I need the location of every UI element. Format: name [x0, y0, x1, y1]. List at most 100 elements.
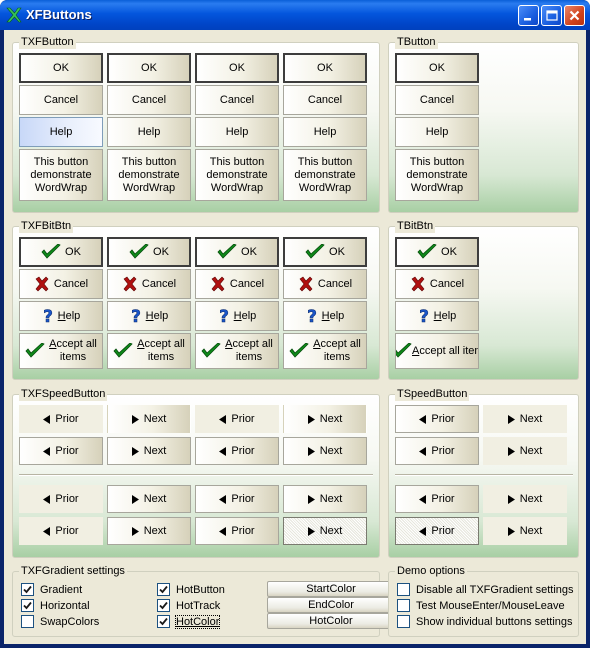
minimize-button[interactable]	[518, 5, 539, 26]
app-window: XFButtons TXFButton OK OK OK OK Cancel C…	[0, 0, 590, 648]
accept-all-bitbutton[interactable]: Accept all items	[283, 333, 367, 369]
button-label: OK	[441, 245, 457, 258]
checkbox-box[interactable]	[21, 583, 34, 596]
next-speedbutton[interactable]: Next	[283, 517, 367, 545]
hotbutton-checkbox[interactable]: HotButton	[157, 583, 225, 596]
cancel-button[interactable]: Cancel	[19, 85, 103, 115]
label-rest: elp	[241, 309, 257, 322]
prior-speedbutton[interactable]: Prior	[195, 517, 279, 545]
next-speedbutton[interactable]: Next	[483, 485, 567, 513]
label-rest: ccept all item	[419, 344, 479, 357]
test-mouse-checkbox[interactable]: Test MouseEnter/MouseLeave	[397, 599, 565, 612]
label-line: items	[147, 351, 175, 363]
prior-speedbutton[interactable]: Prior	[395, 517, 479, 545]
help-bitbutton[interactable]: ? Help	[107, 301, 191, 331]
hotcolor-button[interactable]: HotColor	[267, 613, 395, 629]
next-speedbutton[interactable]: Next	[483, 517, 567, 545]
disable-all-checkbox[interactable]: Disable all TXFGradient settings	[397, 583, 574, 596]
help-bitbutton[interactable]: ? Help	[395, 301, 479, 331]
ok-bitbutton[interactable]: OK	[195, 237, 279, 267]
maximize-button[interactable]	[541, 5, 562, 26]
checkbox-box[interactable]	[21, 615, 34, 628]
next-speedbutton[interactable]: Next	[107, 485, 191, 513]
ok-bitbutton[interactable]: OK	[395, 237, 479, 267]
help-bitbutton[interactable]: ? Help	[283, 301, 367, 331]
help-bitbutton[interactable]: ? Help	[19, 301, 103, 331]
help-button[interactable]: Help	[107, 117, 191, 147]
next-speedbutton[interactable]: Next	[283, 485, 367, 513]
wordwrap-button[interactable]: This button demonstrate WordWrap	[19, 149, 103, 201]
prior-speedbutton[interactable]: Prior	[195, 485, 279, 513]
prior-speedbutton[interactable]: Prior	[19, 485, 103, 513]
help-bitbutton[interactable]: ? Help	[195, 301, 279, 331]
next-speedbutton[interactable]: Next	[283, 437, 367, 465]
help-button[interactable]: Help	[283, 117, 367, 147]
cancel-bitbutton[interactable]: Cancel	[19, 269, 103, 299]
next-speedbutton[interactable]: Next	[107, 437, 191, 465]
prior-speedbutton[interactable]: Prior	[19, 437, 103, 465]
ok-bitbutton[interactable]: OK	[107, 237, 191, 267]
demo-options-group: Demo options Disable all TXFGradient set…	[388, 565, 579, 637]
wordwrap-button[interactable]: This button demonstrate WordWrap	[107, 149, 191, 201]
wordwrap-button[interactable]: This button demonstrate WordWrap	[395, 149, 479, 201]
button-label: Prior	[431, 412, 455, 425]
cancel-bitbutton[interactable]: Cancel	[283, 269, 367, 299]
prior-speedbutton[interactable]: Prior	[395, 405, 479, 433]
next-speedbutton[interactable]: Next	[483, 405, 567, 433]
accept-all-bitbutton[interactable]: Accept all items	[195, 333, 279, 369]
prior-speedbutton[interactable]: Prior	[195, 437, 279, 465]
cancel-button[interactable]: Cancel	[107, 85, 191, 115]
accept-all-bitbutton[interactable]: Accept all item	[395, 333, 479, 369]
close-button[interactable]	[564, 5, 585, 26]
checkbox-box[interactable]	[157, 583, 170, 596]
cancel-bitbutton[interactable]: Cancel	[195, 269, 279, 299]
hotcolor-checkbox[interactable]: HotColor	[157, 614, 221, 629]
ok-bitbutton[interactable]: OK	[283, 237, 367, 267]
cancel-button[interactable]: Cancel	[195, 85, 279, 115]
checkbox-box[interactable]	[157, 599, 170, 612]
next-speedbutton[interactable]: Next	[107, 405, 191, 433]
checkbox-box[interactable]	[397, 599, 410, 612]
prior-speedbutton[interactable]: Prior	[19, 517, 103, 545]
accept-all-bitbutton[interactable]: Accept all items	[19, 333, 103, 369]
horizontal-checkbox[interactable]: Horizontal	[21, 599, 90, 612]
help-button[interactable]: Help	[19, 117, 103, 147]
cancel-bitbutton[interactable]: Cancel	[107, 269, 191, 299]
prior-speedbutton[interactable]: Prior	[195, 405, 279, 433]
swapcolors-checkbox[interactable]: SwapColors	[21, 615, 99, 628]
cancel-button[interactable]: Cancel	[283, 85, 367, 115]
show-individual-checkbox[interactable]: Show individual buttons settings	[397, 615, 573, 628]
checkbox-box[interactable]	[21, 599, 34, 612]
next-speedbutton[interactable]: Next	[283, 405, 367, 433]
button-label: Cancel	[317, 277, 353, 290]
prior-speedbutton[interactable]: Prior	[395, 485, 479, 513]
hottrack-checkbox[interactable]: HotTrack	[157, 599, 220, 612]
help-button[interactable]: Help	[395, 117, 479, 147]
gradient-checkbox[interactable]: Gradient	[21, 583, 82, 596]
checkbox-box[interactable]	[157, 615, 170, 628]
wordwrap-button[interactable]: This button demonstrate WordWrap	[195, 149, 279, 201]
ok-button[interactable]: OK	[395, 53, 479, 83]
ok-button[interactable]: OK	[283, 53, 367, 83]
next-speedbutton[interactable]: Next	[483, 437, 567, 465]
wordwrap-button[interactable]: This button demonstrate WordWrap	[283, 149, 367, 201]
prior-speedbutton[interactable]: Prior	[19, 405, 103, 433]
help-button[interactable]: Help	[195, 117, 279, 147]
ok-button[interactable]: OK	[107, 53, 191, 83]
startcolor-button[interactable]: StartColor	[267, 581, 395, 597]
title-bar[interactable]: XFButtons	[0, 0, 590, 30]
cancel-button[interactable]: Cancel	[395, 85, 479, 115]
cancel-bitbutton[interactable]: Cancel	[395, 269, 479, 299]
accept-all-bitbutton[interactable]: Accept all items	[107, 333, 191, 369]
button-label: Prior	[55, 444, 79, 457]
checkbox-box[interactable]	[397, 583, 410, 596]
next-speedbutton[interactable]: Next	[107, 517, 191, 545]
ok-button[interactable]: OK	[19, 53, 103, 83]
checkbox-box[interactable]	[397, 615, 410, 628]
ok-bitbutton[interactable]: OK	[19, 237, 103, 267]
triangle-left-icon	[43, 494, 51, 504]
prior-speedbutton[interactable]: Prior	[395, 437, 479, 465]
group-label: TXFGradient settings	[19, 565, 127, 578]
endcolor-button[interactable]: EndColor	[267, 597, 395, 613]
ok-button[interactable]: OK	[195, 53, 279, 83]
